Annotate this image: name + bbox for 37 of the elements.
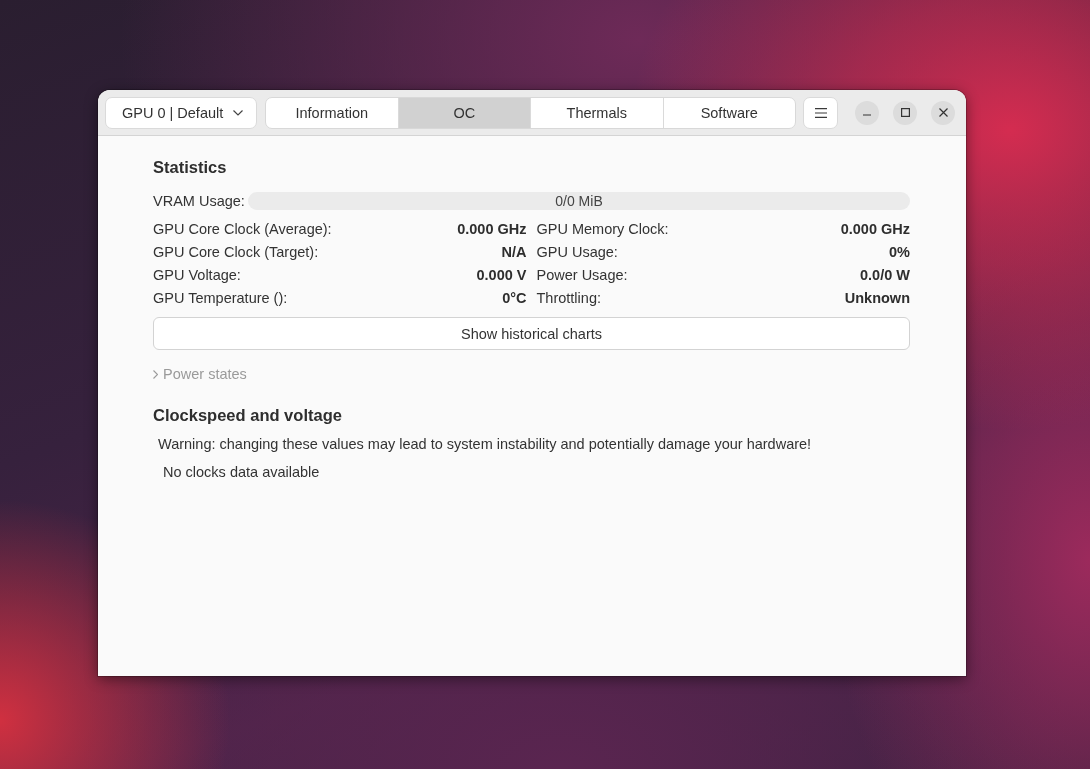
minimize-button[interactable] [855, 100, 879, 125]
chevron-down-icon [233, 109, 243, 116]
menu-icon [814, 107, 827, 118]
gpu-selector[interactable]: GPU 0 | Default [105, 96, 257, 129]
minimize-icon [863, 114, 871, 116]
maximize-icon [900, 108, 910, 117]
stat-label: GPU Memory Clock: [536, 220, 669, 237]
maximize-button[interactable] [893, 100, 917, 125]
stat-label: GPU Usage: [536, 243, 618, 260]
stat-value: N/A [501, 243, 527, 260]
close-icon [938, 108, 948, 117]
vram-usage-label: VRAM Usage: [153, 192, 246, 210]
stat-value: 0°C [502, 289, 527, 306]
stat-value: 0% [889, 243, 910, 260]
stat-value: Unknown [844, 289, 910, 306]
stat-label: GPU Core Clock (Average): [153, 220, 332, 237]
section-heading: Clockspeed and voltage [153, 405, 342, 426]
warning-text: Warning: changing these values may lead to system instability and potentially damage your hardware! [158, 435, 812, 454]
tab[interactable]: OC [397, 97, 530, 128]
tab[interactable]: Software [662, 97, 795, 128]
stat-value: 0.000 GHz [840, 220, 910, 237]
empty-message: No clocks data available [163, 463, 320, 482]
close-button[interactable] [931, 100, 955, 125]
tab[interactable]: Information [266, 97, 398, 128]
stat-value: 0.000 GHz [457, 220, 527, 237]
tab[interactable]: Thermals [530, 97, 663, 128]
stat-label: GPU Temperature (): [153, 289, 288, 306]
vram-usage-reading: 0/0 MiB [555, 192, 603, 210]
stat-label: GPU Voltage: [153, 266, 241, 283]
section-heading: Statistics [153, 157, 227, 178]
menu-button[interactable] [803, 96, 838, 129]
stat-value: 0.0/0 W [860, 266, 910, 283]
historical-charts-button[interactable]: Show historical charts [153, 317, 910, 350]
stat-value: 0.000 V [476, 266, 527, 283]
stat-label: GPU Core Clock (Target): [153, 243, 319, 260]
stat-label: Power Usage: [536, 266, 628, 283]
stat-label: Throttling: [536, 289, 601, 306]
